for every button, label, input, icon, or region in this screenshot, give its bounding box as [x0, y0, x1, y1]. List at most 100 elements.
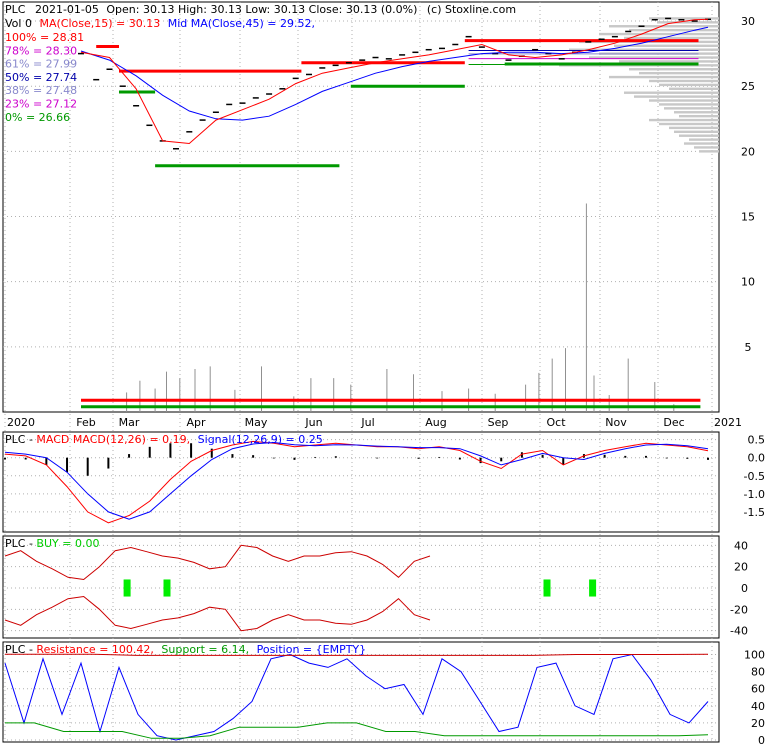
price-y-tick: 10: [741, 276, 755, 289]
volume-profile-bar: [659, 83, 719, 87]
month-tick: Dec: [663, 416, 684, 429]
resistance-label: Resistance = 100.42,: [36, 643, 153, 656]
rsp-series: [4, 653, 709, 741]
fib-level-label: 78% = 28.30: [5, 44, 77, 57]
fib-level-label: 0% = 26.66: [5, 111, 70, 124]
stock-chart: 5 10 15 20 25 30 2020 Feb Mar Apr May Jun Jul Aug Sep O…: [2, 1, 765, 745]
macd-panel-title: PLC - MACD MACD(12,26) = 0.19, Signal(12…: [5, 433, 323, 446]
header-title: PLC 2021-01-05 Open: 30.13 High: 30.13 L…: [5, 3, 516, 16]
grid-lines: [3, 2, 719, 742]
volume-profile-bar: [669, 87, 719, 90]
volume-profile-bar: [689, 138, 719, 141]
volume-profile-bar: [619, 60, 719, 63]
volume-profile-bar: [679, 134, 719, 137]
fib-level-label: 50% = 27.74: [5, 71, 77, 84]
month-tick: 2020: [7, 416, 35, 429]
macd-y-tick: 0.5: [748, 434, 766, 447]
month-tick: Jul: [360, 416, 374, 429]
position-line: [4, 653, 709, 741]
month-tick: Mar: [119, 416, 140, 429]
rsp-symbol: PLC: [5, 643, 26, 656]
signal-line: [4, 441, 709, 520]
month-tick: Apr: [186, 416, 206, 429]
fib-level-label: 61% = 27.99: [5, 58, 77, 71]
support-line: [5, 722, 709, 739]
buy-panel-title: PLC - BUY = 0.00: [5, 537, 99, 550]
macd-name: MACD: [36, 433, 69, 446]
signal-value-label: Signal(12,26,9) = 0.25: [198, 433, 323, 446]
buy-upper-line: [4, 544, 431, 581]
month-tick: Sep: [488, 416, 509, 429]
ma15-line: [80, 18, 709, 145]
header-symbol: PLC: [5, 3, 26, 16]
buy-signal-marker: [163, 579, 171, 597]
price-series: [78, 17, 711, 150]
volume-profile-bar: [664, 107, 719, 110]
fib-level-label: 38% = 27.48: [5, 84, 77, 97]
macd-y-tick: -1.0: [744, 488, 765, 501]
volume-profile-bar: [669, 126, 719, 130]
buy-y-tick: 0: [741, 582, 748, 595]
rsp-y-tick: 40: [751, 700, 765, 713]
rsp-panel-frame: [2, 641, 720, 743]
ma15-legend: MA(Close,15) = 30.13: [39, 17, 160, 30]
price-y-tick: 15: [741, 211, 755, 224]
macd-y-tick: -1.5: [744, 506, 765, 519]
buy-y-tick: 20: [734, 561, 748, 574]
axis-labels: 5 10 15 20 25 30 2020 Feb Mar Apr May Jun Jul Aug Sep O…: [7, 15, 765, 745]
volume-profile-bar: [609, 75, 719, 79]
fib-level-label: 100% = 28.81: [5, 31, 84, 44]
fibonacci-legend: 100% = 28.8178% = 28.3061% = 27.9950% = …: [5, 31, 84, 124]
buy-signal-marker: [589, 579, 597, 597]
rsp-y-tick: 20: [751, 717, 765, 730]
volume-profile-bar: [624, 91, 719, 94]
price-y-tick: 25: [741, 80, 755, 93]
ma-legend: Vol 0 MA(Close,15) = 30.13 Mid MA(Close,…: [5, 17, 315, 30]
macd-value-label: MACD(12,26) = 0.19,: [73, 433, 190, 446]
macd-panel-frame: [2, 431, 720, 533]
volume-profile-bar: [649, 99, 719, 102]
volume-profile-bar: [694, 146, 719, 149]
month-tick: Jun: [304, 416, 322, 429]
volume-profile-bar: [679, 114, 719, 118]
volume-profile-bar: [624, 36, 719, 40]
macd-series: [4, 440, 709, 524]
support-label: Support = 6.14,: [161, 643, 249, 656]
volume-profile-bar: [649, 118, 719, 122]
volume-profile-bar: [674, 130, 719, 134]
month-tick: Feb: [76, 416, 95, 429]
macd-symbol: PLC: [5, 433, 26, 446]
volume-profile-bar: [684, 142, 719, 145]
volume-profile-bar: [629, 68, 719, 71]
month-tick: Oct: [546, 416, 566, 429]
fib-level-label: 23% = 27.12: [5, 98, 77, 111]
volume-profile-bar: [657, 21, 719, 24]
ma45-legend: Mid MA(Close,45) = 29.52,: [168, 17, 315, 30]
macd-y-tick: -0.5: [744, 470, 765, 483]
volume-profile-bar: [639, 71, 719, 75]
month-tick: Nov: [605, 416, 627, 429]
price-y-tick: 30: [741, 15, 755, 28]
price-y-tick: 5: [745, 341, 752, 354]
rsp-panel-title: PLC - Resistance = 100.42, Support = 6.1…: [5, 643, 366, 656]
month-tick: 2021: [714, 416, 742, 429]
month-tick: May: [245, 416, 268, 429]
rsp-y-tick: 0: [758, 734, 765, 745]
buy-y-tick: -20: [730, 603, 748, 616]
buy-value-label: BUY = 0.00: [36, 537, 99, 550]
buy-y-tick: -40: [730, 625, 748, 638]
volume-profile-bar: [649, 79, 719, 83]
month-tick: Aug: [425, 416, 446, 429]
volume-profile-bar: [699, 150, 719, 153]
rsp-y-tick: 80: [751, 666, 765, 679]
volume-profile-bar: [634, 95, 719, 98]
rsp-y-tick: 100: [744, 649, 765, 662]
volume-profile-bar: [599, 32, 719, 36]
header-date: 2021-01-05: [35, 3, 99, 16]
volume-profile-bar: [659, 122, 719, 126]
support-resistance-lines: [81, 39, 701, 409]
buy-symbol: PLC: [5, 537, 26, 550]
macd-y-tick: 0.0: [748, 452, 766, 465]
buy-lower-line: [4, 595, 431, 632]
position-label: Position = {EMPTY}: [257, 643, 367, 656]
